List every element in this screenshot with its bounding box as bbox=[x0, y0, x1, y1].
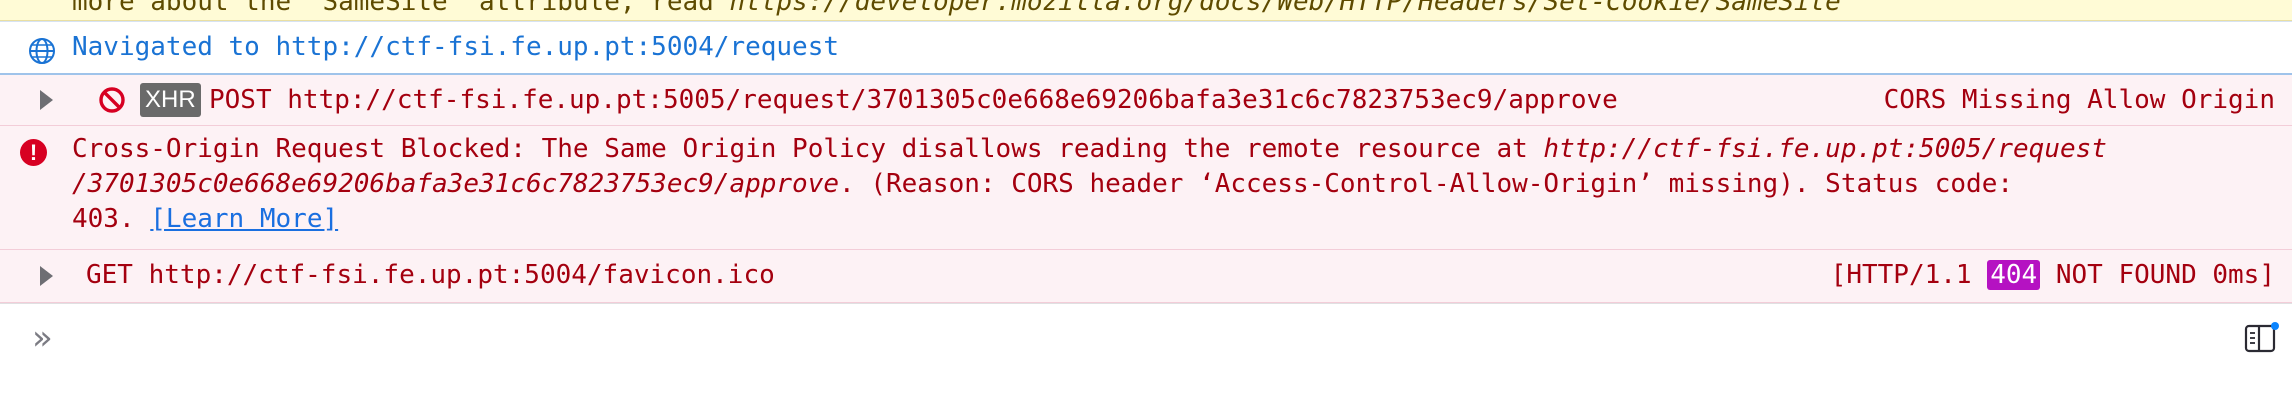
network-request-row-post[interactable]: XHR POST http://ctf-fsi.fe.up.pt:5005/re… bbox=[0, 75, 2292, 126]
sidebar-toggle-icon[interactable] bbox=[2244, 322, 2280, 354]
expand-arrow-icon[interactable] bbox=[40, 266, 53, 286]
request-url-text[interactable]: POST http://ctf-fsi.fe.up.pt:5005/reques… bbox=[209, 85, 1618, 115]
console-input-row: » bbox=[0, 303, 2292, 390]
navigation-text: Navigated to http://ctf-fsi.fe.up.pt:500… bbox=[72, 32, 840, 62]
request-status: [HTTP/1.1 404 NOT FOUND 0ms] bbox=[1831, 260, 2275, 290]
status-code-badge: 404 bbox=[1987, 260, 2041, 290]
cors-reason-label[interactable]: CORS Missing Allow Origin bbox=[1884, 85, 2275, 115]
blocked-icon bbox=[99, 87, 125, 113]
error-reason-text: . (Reason: CORS header ‘Access-Control-A… bbox=[839, 169, 2014, 199]
request-url-text[interactable]: GET http://ctf-fsi.fe.up.pt:5004/favicon… bbox=[86, 260, 775, 290]
globe-icon bbox=[29, 38, 55, 64]
xhr-badge: XHR bbox=[140, 83, 201, 117]
console-input[interactable] bbox=[84, 322, 2168, 358]
cors-error-message: Cross-Origin Request Blocked: The Same O… bbox=[72, 132, 2272, 237]
expand-arrow-icon[interactable] bbox=[40, 90, 53, 110]
cors-error-message-row: ! Cross-Origin Request Blocked: The Same… bbox=[0, 126, 2292, 250]
warning-url[interactable]: https://developer.mozilla.org/docs/Web/H… bbox=[729, 0, 1840, 17]
error-url-part2[interactable]: /3701305c0e668e69206bafa3e31c6c7823753ec… bbox=[72, 169, 839, 199]
learn-more-link[interactable]: [Learn More] bbox=[150, 204, 338, 234]
status-suffix: NOT FOUND 0ms] bbox=[2055, 260, 2275, 290]
network-request-row-get[interactable]: GET http://ctf-fsi.fe.up.pt:5004/favicon… bbox=[0, 250, 2292, 303]
warning-message-row: more about the "SameSite" attribute, rea… bbox=[0, 0, 2292, 21]
console-prompt-icon: » bbox=[32, 318, 53, 358]
error-icon: ! bbox=[20, 139, 47, 166]
warning-text-prefix: more about the "SameSite" attribute, rea… bbox=[72, 0, 730, 17]
error-url-part1[interactable]: http://ctf-fsi.fe.up.pt:5005/request bbox=[1543, 134, 2107, 164]
warning-message-text: more about the "SameSite" attribute, rea… bbox=[72, 0, 1841, 17]
error-prefix-text: Cross-Origin Request Blocked: The Same O… bbox=[72, 134, 1544, 164]
status-prefix: [HTTP/1.1 bbox=[1830, 260, 1972, 290]
navigation-message-row: Navigated to http://ctf-fsi.fe.up.pt:500… bbox=[0, 21, 2292, 75]
error-status-code: 403. bbox=[72, 204, 135, 234]
